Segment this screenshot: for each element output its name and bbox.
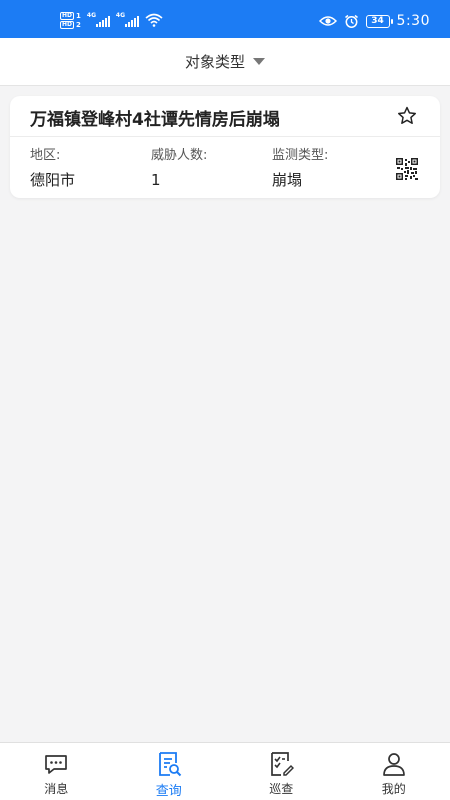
sim2-hd: HD 2	[60, 20, 81, 29]
nav-inspection-label: 巡查	[269, 782, 294, 796]
threat-count-value: 1	[151, 171, 161, 189]
caret-down-icon	[253, 58, 265, 65]
nav-query-label: 查询	[155, 784, 182, 799]
clock: 5:30	[396, 13, 430, 29]
qr-code-icon[interactable]	[396, 158, 418, 180]
region-label: 地区:	[30, 148, 61, 163]
filter-bar: 对象类型	[0, 38, 450, 86]
region-value: 德阳市	[30, 171, 76, 189]
status-right: 34 5:30	[318, 11, 430, 31]
nav-inspection[interactable]: 巡查	[225, 743, 338, 800]
nav-profile-label: 我的	[381, 782, 406, 796]
query-icon	[158, 752, 181, 777]
inspection-icon	[271, 752, 295, 776]
nav-messages-label: 消息	[44, 782, 69, 796]
status-left: HD 1 HD 2 4G 4G	[60, 10, 163, 30]
nav-profile[interactable]: 我的	[338, 743, 450, 800]
monitor-type-value: 崩塌	[272, 171, 303, 189]
status-bar: HD 1 HD 2 4G 4G 34 5:30	[0, 0, 450, 38]
nav-query[interactable]: 查询	[113, 743, 226, 800]
eye-icon	[318, 16, 337, 26]
card-header: 万福镇登峰村4社谭先情房后崩塌	[10, 96, 440, 137]
result-card[interactable]: 万福镇登峰村4社谭先情房后崩塌 地区: 德阳市 威胁人数: 1 监测类型: 崩塌	[10, 96, 440, 198]
signal-1-icon: 4G	[87, 13, 110, 27]
card-title: 万福镇登峰村4社谭先情房后崩塌	[30, 110, 280, 130]
object-type-filter[interactable]: 对象类型	[185, 51, 265, 72]
monitor-field: 监测类型: 崩塌	[272, 148, 328, 190]
threat-field: 威胁人数: 1	[151, 148, 207, 190]
wifi-icon	[145, 13, 163, 27]
message-icon	[45, 755, 68, 774]
bottom-nav: 消息 查询 巡查 我的	[0, 742, 450, 800]
favorite-star-icon[interactable]	[396, 105, 418, 127]
nav-messages[interactable]: 消息	[0, 743, 113, 800]
sim1-hd: HD 1	[60, 11, 81, 20]
object-type-label: 对象类型	[184, 53, 245, 71]
monitor-type-label: 监测类型:	[272, 148, 329, 163]
alarm-icon	[344, 14, 358, 28]
region-field: 地区: 德阳市	[30, 148, 75, 190]
signal-2-icon: 4G	[116, 13, 139, 27]
battery-icon: 34	[365, 14, 393, 28]
profile-icon	[382, 753, 405, 776]
threat-count-label: 威胁人数:	[151, 148, 208, 163]
